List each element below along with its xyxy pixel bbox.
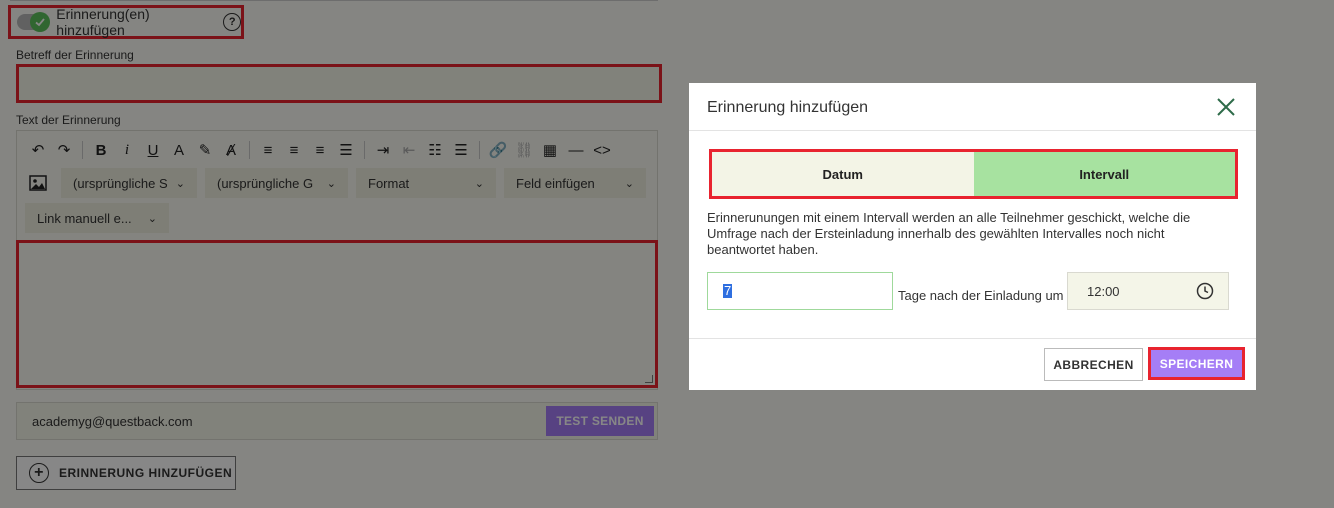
time-input[interactable]: 12:00: [1067, 272, 1229, 310]
interval-description: Erinnerunungen mit einem Intervall werde…: [707, 210, 1191, 257]
modal-title: Erinnerung hinzufügen: [707, 99, 869, 116]
reminder-type-tabs: Datum Intervall: [709, 149, 1238, 199]
save-button[interactable]: SPEICHERN: [1148, 347, 1245, 380]
days-input[interactable]: 7: [707, 272, 893, 310]
days-value: 7: [723, 283, 733, 298]
tab-intervall[interactable]: Intervall: [973, 152, 1235, 196]
modal-divider: [689, 130, 1256, 131]
add-reminder-modal: Erinnerung hinzufügen Datum Intervall Er…: [689, 83, 1256, 390]
cancel-button[interactable]: ABBRECHEN: [1044, 348, 1143, 381]
clock-icon[interactable]: [1196, 282, 1214, 300]
modal-divider: [689, 338, 1256, 339]
close-icon[interactable]: [1214, 95, 1238, 119]
time-value: 12:00: [1087, 284, 1120, 299]
tab-datum[interactable]: Datum: [712, 152, 974, 196]
days-label: Tage nach der Einladung um: [898, 288, 1064, 303]
